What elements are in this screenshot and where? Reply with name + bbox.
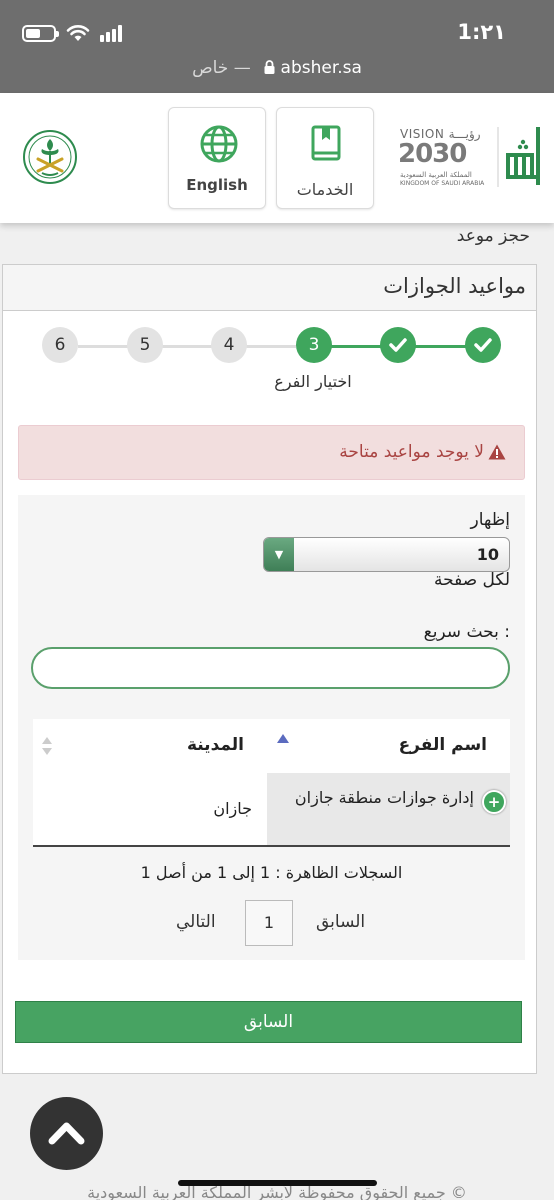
step-3: 3	[296, 327, 332, 363]
vision-2030-logo: VISION رؤيـــة 2030 المملكة العربية السع…	[398, 127, 485, 187]
breadcrumb: حجز موعد	[456, 226, 530, 246]
records-info: السجلات الظاهرة : 1 إلى 1 من أصل 1	[140, 863, 403, 882]
current-step-label: اختيار الفرع	[274, 372, 352, 391]
book-icon	[311, 125, 341, 161]
signal-icon	[100, 24, 122, 42]
clock: 1:٢١	[457, 20, 506, 44]
wifi-icon	[66, 25, 90, 41]
pager-current-page[interactable]: 1	[245, 900, 293, 946]
address-bar[interactable]: خاص — absher.sa	[0, 58, 554, 78]
panel-header: مواعيد الجوازات	[3, 265, 536, 311]
checkmark-icon	[389, 338, 407, 352]
branch-name: إدارة جوازات منطقة جازان	[294, 788, 474, 807]
dropdown-arrow-icon: ▼	[264, 538, 294, 571]
saudi-emblem-icon	[23, 130, 77, 184]
page-title: مواعيد الجوازات	[383, 274, 526, 298]
column-branch-name[interactable]: اسم الفرع	[399, 735, 487, 755]
back-button[interactable]: السابق	[15, 1001, 522, 1043]
sort-icon[interactable]	[41, 735, 53, 757]
pager-next[interactable]: التالي	[176, 912, 216, 932]
stepper-line-pending	[78, 345, 296, 348]
lock-icon	[264, 60, 275, 74]
step-5: 5	[127, 327, 163, 363]
step-1	[465, 327, 501, 363]
per-page-label: لكل صفحة	[434, 570, 510, 590]
absher-logo	[497, 127, 540, 187]
english-button[interactable]: English	[168, 107, 266, 209]
show-label: إظهار	[470, 510, 510, 530]
alert-text: لا يوجد مواعيد متاحة	[339, 442, 484, 462]
cell-branch: إدارة جوازات منطقة جازان	[267, 773, 510, 845]
url-host: absher.sa	[280, 58, 362, 78]
private-label: خاص —	[192, 58, 251, 78]
step-4: 4	[211, 327, 247, 363]
page-size-value: 10	[476, 545, 499, 564]
services-button[interactable]: الخدمات	[276, 107, 374, 209]
status-bar: 1:٢١ خاص — absher.sa	[0, 0, 554, 93]
site-header: English الخدمات VISION رؤيـــة 2030 المم…	[0, 93, 554, 223]
scroll-to-top-button[interactable]	[30, 1097, 103, 1170]
cell-city: جازان	[213, 799, 252, 818]
warning-icon	[488, 444, 506, 460]
search-label: بحث سريع :	[423, 622, 510, 642]
checkmark-icon	[474, 338, 492, 352]
step-2	[380, 327, 416, 363]
battery-icon	[22, 24, 59, 42]
no-appointments-alert: لا يوجد مواعيد متاحة	[18, 425, 525, 480]
services-label: الخدمات	[296, 180, 354, 199]
column-city[interactable]: المدينة	[187, 735, 244, 755]
pager-previous[interactable]: السابق	[316, 912, 365, 932]
table-row[interactable]: إدارة جوازات منطقة جازان جازان +	[33, 773, 510, 847]
home-indicator[interactable]	[178, 1180, 377, 1186]
quick-search-input[interactable]	[31, 647, 510, 689]
sort-ascending-icon[interactable]	[277, 734, 289, 743]
table-header: اسم الفرع المدينة	[33, 719, 510, 773]
chevron-up-icon	[48, 1122, 85, 1145]
globe-icon	[200, 125, 238, 163]
english-label: English	[186, 176, 248, 194]
step-6: 6	[42, 327, 78, 363]
expand-row-icon[interactable]: +	[482, 790, 506, 814]
page-size-select[interactable]: ▼ 10	[263, 537, 510, 572]
status-icons	[22, 24, 122, 42]
